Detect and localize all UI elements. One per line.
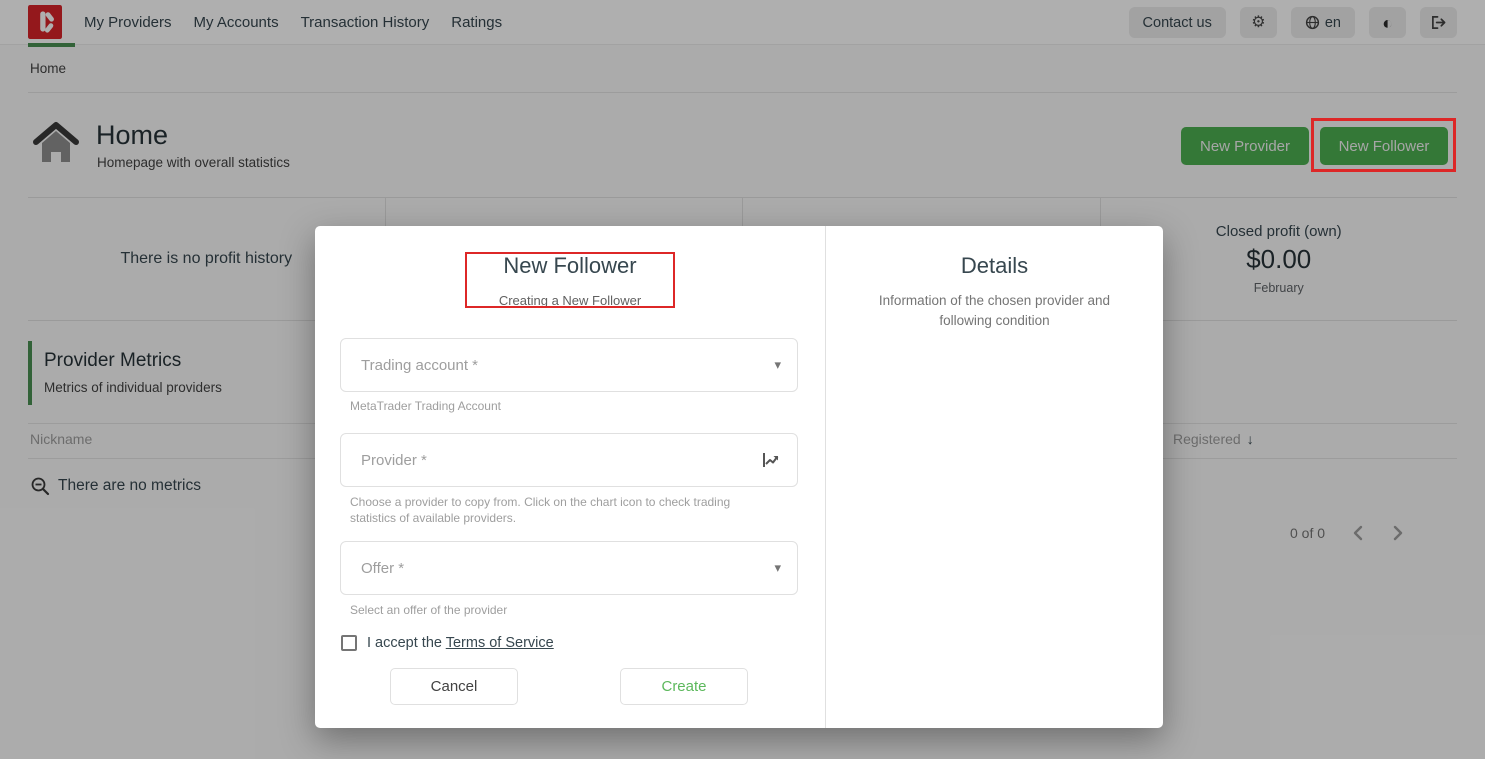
details-title: Details [826, 253, 1163, 279]
chevron-down-icon: ▾ [774, 560, 781, 576]
dialog-title: New Follower [315, 253, 825, 279]
terms-prefix: I accept the [367, 635, 446, 651]
trading-account-select[interactable]: Trading account * ▾ [340, 338, 798, 392]
dialog-form-panel: New Follower Creating a New Follower Tra… [315, 226, 826, 728]
terms-of-service-link[interactable]: Terms of Service [446, 635, 554, 651]
page: My Providers My Accounts Transaction His… [0, 0, 1485, 759]
trading-account-helper: MetaTrader Trading Account [350, 398, 501, 414]
dialog-subtitle: Creating a New Follower [315, 293, 825, 308]
chevron-down-icon: ▾ [774, 357, 781, 373]
trading-account-label: Trading account * [361, 357, 774, 374]
provider-label: Provider * [361, 452, 761, 469]
terms-text: I accept the Terms of Service [367, 635, 554, 651]
details-subtitle: Information of the chosen provider and f… [877, 291, 1113, 331]
terms-checkbox[interactable] [341, 635, 357, 651]
provider-chart-button[interactable] [761, 450, 781, 470]
new-follower-dialog: New Follower Creating a New Follower Tra… [315, 226, 1163, 728]
offer-label: Offer * [361, 560, 774, 577]
provider-select[interactable]: Provider * [340, 433, 798, 487]
terms-row: I accept the Terms of Service [341, 635, 554, 651]
chart-icon [761, 450, 781, 470]
create-button[interactable]: Create [620, 668, 748, 705]
cancel-button[interactable]: Cancel [390, 668, 518, 705]
provider-helper: Choose a provider to copy from. Click on… [350, 494, 750, 526]
dialog-details-panel: Details Information of the chosen provid… [826, 226, 1163, 728]
offer-select[interactable]: Offer * ▾ [340, 541, 798, 595]
offer-helper: Select an offer of the provider [350, 602, 507, 618]
